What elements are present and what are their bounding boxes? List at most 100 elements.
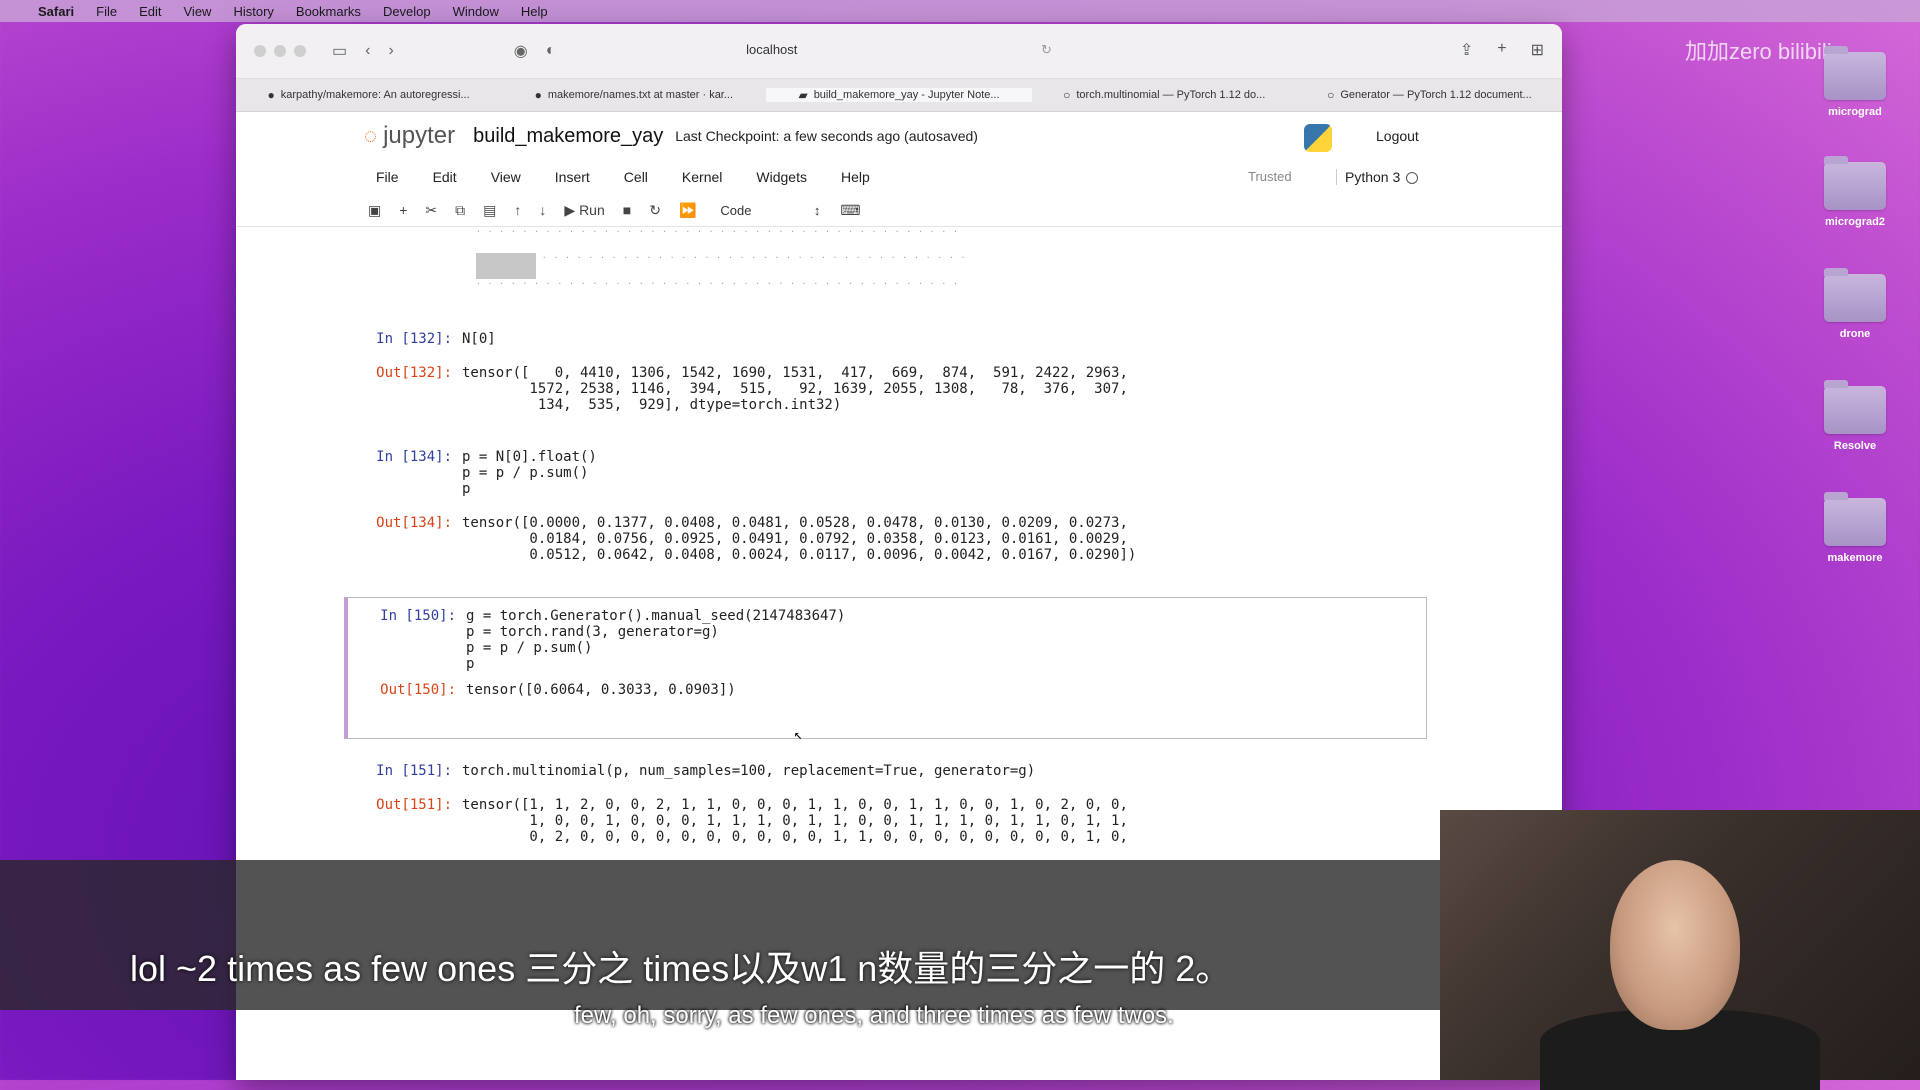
play-icon: ▶ <box>564 201 576 218</box>
jmenu-view[interactable]: View <box>491 169 521 185</box>
tab-overview-icon[interactable]: ⊞ <box>1531 40 1544 60</box>
menu-develop[interactable]: Develop <box>383 4 431 19</box>
jmenu-kernel[interactable]: Kernel <box>682 169 722 185</box>
menu-window[interactable]: Window <box>453 4 499 19</box>
code-line[interactable]: N[0] <box>462 331 496 347</box>
move-down-icon[interactable]: ↓ <box>539 202 546 218</box>
menu-help[interactable]: Help <box>521 4 548 19</box>
tab-label: karpathy/makemore: An autoregressi... <box>280 89 470 101</box>
kernel-status-icon <box>1406 172 1419 185</box>
menu-bookmarks[interactable]: Bookmarks <box>296 4 361 19</box>
tab-names-txt[interactable]: ● makemore/names.txt at master · kar... <box>501 88 766 102</box>
output-line: Out[132]: tensor([ 0, 4410, 1306, 1542, 1… <box>344 365 1422 381</box>
stop-icon[interactable]: ■ <box>623 202 631 218</box>
jmenu-widgets[interactable]: Widgets <box>756 169 807 185</box>
desktop-folder-resolve[interactable]: Resolve <box>1800 380 1910 452</box>
code-line[interactable]: p = torch.rand(3, generator=g) <box>466 624 719 640</box>
code-line[interactable]: p = p / p.sum() <box>466 640 592 656</box>
jmenu-help[interactable]: Help <box>841 169 870 185</box>
code-line[interactable]: p <box>462 481 470 497</box>
trusted-indicator[interactable]: Trusted <box>1248 169 1292 184</box>
prompt-spacer <box>348 656 466 672</box>
output-line: Out[151]: tensor([1, 1, 2, 0, 0, 2, 1, 1,… <box>344 797 1422 813</box>
jmenu-file[interactable]: File <box>376 169 399 185</box>
in-prompt: In [151]: <box>376 763 452 779</box>
fast-forward-icon[interactable]: ⏩ <box>679 202 696 219</box>
share-icon[interactable]: ⇪ <box>1460 40 1473 60</box>
code-line[interactable]: p = N[0].float() <box>462 449 597 465</box>
restart-icon[interactable]: ↻ <box>649 202 661 219</box>
keyboard-icon[interactable]: ⌨ <box>840 202 860 219</box>
menu-file[interactable]: File <box>96 4 117 19</box>
save-icon[interactable]: ▣ <box>368 202 381 219</box>
jmenu-insert[interactable]: Insert <box>555 169 590 185</box>
input-line: In [150]: g = torch.Generator().manual_se… <box>348 608 1426 624</box>
paste-icon[interactable]: ▤ <box>483 202 496 219</box>
output-text: 0.0184, 0.0756, 0.0925, 0.0491, 0.0792, … <box>462 531 1128 547</box>
output-text: tensor([ 0, 4410, 1306, 1542, 1690, 1531… <box>462 365 1128 381</box>
subtitle-line-secondary: few, oh, sorry, as few ones, and three t… <box>574 1002 1174 1029</box>
notebook-name[interactable]: build_makemore_yay <box>473 125 663 148</box>
reload-icon[interactable]: ↻ <box>1041 42 1052 57</box>
desktop-folder-drone[interactable]: drone <box>1800 268 1910 340</box>
jmenu-cell[interactable]: Cell <box>624 169 648 185</box>
logout-button[interactable]: Logout <box>1376 128 1419 144</box>
code-line[interactable]: torch.multinomial(p, num_samples=100, re… <box>462 763 1035 779</box>
output-text: 1, 0, 0, 1, 0, 0, 0, 1, 1, 1, 0, 1, 1, 0… <box>462 813 1128 829</box>
prompt-spacer <box>348 640 466 656</box>
menu-edit[interactable]: Edit <box>139 4 161 19</box>
notebook-cell-selected[interactable]: In [150]: g = torch.Generator().manual_se… <box>344 597 1427 739</box>
tab-generator-docs[interactable]: ○ Generator — PyTorch 1.12 document... <box>1297 88 1562 102</box>
move-up-icon[interactable]: ↑ <box>514 202 521 218</box>
cell-type-select[interactable]: Code ↕ <box>720 203 820 218</box>
jmenu-edit[interactable]: Edit <box>433 169 457 185</box>
notebook-area[interactable]: · · · · · · · · · · · · · · · · · · · · … <box>236 227 1562 927</box>
macos-menu-bar: Safari File Edit View History Bookmarks … <box>0 0 1920 22</box>
jupyter-header: ◌ jupyter build_makemore_yay Last Checkp… <box>236 112 1562 160</box>
chevron-updown-icon: ↕ <box>813 202 821 218</box>
grid-highlight <box>476 253 536 279</box>
grid-row: · · · · · · · · · · · · · · · · · · · · … <box>476 253 1216 279</box>
tab-label: build_makemore_yay - Jupyter Note... <box>813 89 1000 101</box>
tab-torch-multinomial[interactable]: ○ torch.multinomial — PyTorch 1.12 do... <box>1032 88 1297 102</box>
cut-icon[interactable]: ✂ <box>425 202 437 219</box>
output-text: tensor([0.6064, 0.3033, 0.0903]) <box>466 682 736 698</box>
copy-icon[interactable]: ⧉ <box>455 202 465 219</box>
tab-jupyter-notebook[interactable]: ▰ build_makemore_yay - Jupyter Note... <box>766 88 1032 102</box>
new-tab-icon[interactable]: + <box>1497 40 1506 60</box>
jupyter-logo[interactable]: ◌ jupyter <box>364 122 455 150</box>
code-line[interactable]: p <box>466 656 474 672</box>
code-line[interactable]: g = torch.Generator().manual_seed(214748… <box>466 608 845 624</box>
github-icon: ● <box>534 88 542 102</box>
menu-history[interactable]: History <box>233 4 273 19</box>
address-bar[interactable]: localhost ↻ <box>236 42 1562 58</box>
jupyter-menu-bar: File Edit View Insert Cell Kernel Widget… <box>236 160 1562 194</box>
add-cell-icon[interactable]: + <box>399 202 407 218</box>
output-text: 134, 535, 929], dtype=torch.int32) <box>462 397 842 413</box>
desktop-folder-makemore[interactable]: makemore <box>1800 492 1910 564</box>
menu-safari[interactable]: Safari <box>38 4 74 19</box>
notebook-cell[interactable]: In [132]: N[0] Out[132]: tensor([ 0, 4410,… <box>344 331 1422 413</box>
jupyter-tab-icon: ▰ <box>798 88 808 102</box>
kernel-indicator[interactable]: Python 3 <box>1336 169 1419 185</box>
output-text: 0, 2, 0, 0, 0, 0, 0, 0, 0, 0, 0, 0, 1, 1… <box>462 829 1128 845</box>
output-line: Out[134]: tensor([0.0000, 0.1377, 0.0408,… <box>344 515 1422 531</box>
notebook-cell[interactable]: In [151]: torch.multinomial(p, num_sample… <box>344 763 1422 845</box>
folder-label: drone <box>1839 328 1871 340</box>
folder-icon <box>1824 380 1886 434</box>
notebook-cell[interactable]: In [134]: p = N[0].float() p = p / p.sum(… <box>344 449 1422 563</box>
tab-makemore-repo[interactable]: ● karpathy/makemore: An autoregressi... <box>236 88 501 102</box>
folder-label: micrograd <box>1828 106 1882 118</box>
prompt-spacer <box>344 465 462 481</box>
code-line[interactable]: p = p / p.sum() <box>462 465 588 481</box>
toolbar-right: ⇪ + ⊞ <box>1460 40 1544 60</box>
input-line: p = torch.rand(3, generator=g) <box>348 624 1426 640</box>
menu-view[interactable]: View <box>184 4 212 19</box>
tab-label: makemore/names.txt at master · kar... <box>547 89 734 101</box>
checkpoint-status: Last Checkpoint: a few seconds ago (auto… <box>675 128 978 144</box>
desktop-folder-micrograd[interactable]: micrograd <box>1800 46 1910 118</box>
desktop-folder-micrograd2[interactable]: micrograd2 <box>1800 156 1910 228</box>
folder-label: makemore <box>1827 552 1883 564</box>
run-button[interactable]: ▶ Run <box>564 202 604 219</box>
tab-label: Generator — PyTorch 1.12 document... <box>1340 89 1532 101</box>
